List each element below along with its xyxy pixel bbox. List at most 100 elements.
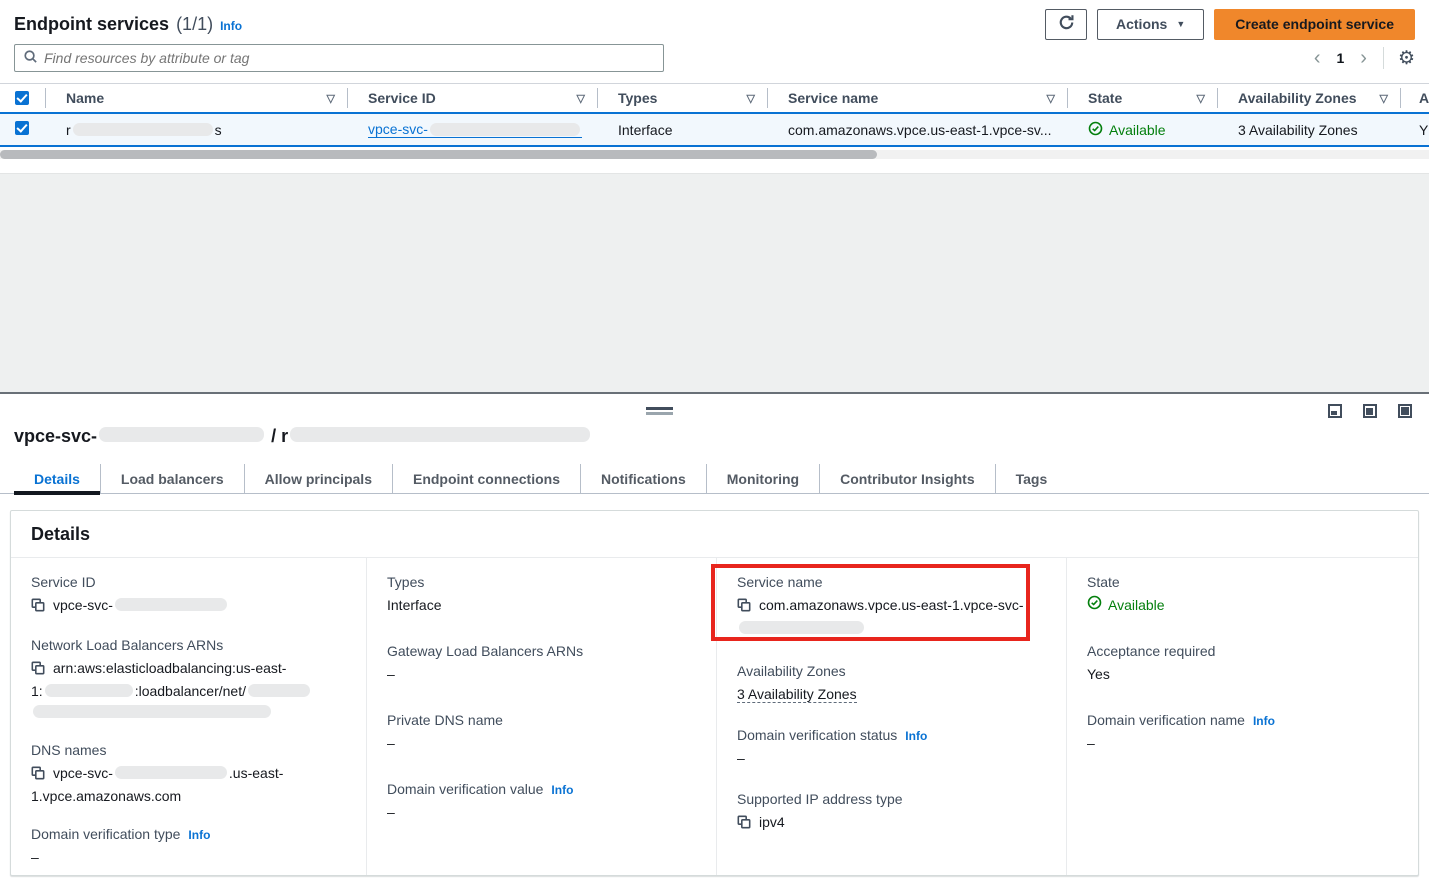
column-header-service-name[interactable]: Service name ▽	[768, 88, 1068, 108]
redacted-text	[45, 684, 133, 697]
search-input[interactable]	[44, 50, 655, 66]
redacted-text	[739, 621, 864, 634]
page-count: (1/1)	[176, 14, 213, 35]
redacted-text	[248, 684, 310, 697]
info-link[interactable]: Info	[551, 783, 573, 797]
redacted-text	[99, 427, 264, 442]
refresh-button[interactable]	[1045, 9, 1087, 40]
toolbar: Endpoint services (1/1) Info Actions ▼ C…	[14, 6, 1415, 42]
field-service-name: Service name com.amazonaws.vpce.us-east-…	[737, 574, 1046, 639]
endpoint-services-page: Endpoint services (1/1) Info Actions ▼ C…	[0, 0, 1429, 886]
redacted-text	[33, 705, 271, 718]
field-availability-zones: Availability Zones 3 Availability Zones	[737, 663, 1046, 705]
filter-icon[interactable]: ▽	[327, 92, 335, 105]
redacted-text	[115, 598, 227, 611]
status-badge: Available	[1088, 121, 1166, 139]
service-id-link[interactable]: vpce-svc-	[368, 121, 582, 138]
info-link[interactable]: Info	[1253, 714, 1275, 728]
field-acceptance-required: Acceptance required Yes	[1087, 643, 1397, 685]
column-header-availability-zones[interactable]: Availability Zones ▽	[1218, 88, 1401, 108]
page-title: Endpoint services	[14, 14, 169, 35]
column-header-name[interactable]: Name ▽	[46, 88, 348, 108]
redacted-text	[73, 123, 213, 136]
create-endpoint-service-button[interactable]: Create endpoint service	[1214, 9, 1415, 40]
copy-icon[interactable]	[31, 660, 45, 681]
filter-icon[interactable]: ▽	[1047, 92, 1055, 105]
field-domain-verification-status: Domain verification status Info –	[737, 727, 1046, 769]
tab-monitoring[interactable]: Monitoring	[706, 464, 819, 493]
panel-collapse-icon[interactable]	[1328, 404, 1342, 418]
availability-zones-link[interactable]: 3 Availability Zones	[737, 686, 857, 703]
select-all-cell	[0, 88, 46, 108]
filter-icon[interactable]: ▽	[747, 92, 755, 105]
select-all-checkbox[interactable]	[15, 91, 29, 105]
column-header-clipped[interactable]: A	[1401, 88, 1429, 108]
tab-endpoint-connections[interactable]: Endpoint connections	[392, 464, 580, 493]
tab-notifications[interactable]: Notifications	[580, 464, 706, 493]
field-supported-ip: Supported IP address type ipv4	[737, 791, 1046, 835]
field-domain-verification-value: Domain verification value Info –	[387, 781, 696, 823]
redacted-text	[290, 427, 590, 442]
actions-button[interactable]: Actions ▼	[1097, 9, 1204, 40]
table-row[interactable]: rs vpce-svc- Interface com.amazonaws.vpc…	[0, 112, 1429, 147]
row-types-cell: Interface	[598, 122, 768, 138]
header-info-link[interactable]: Info	[220, 19, 242, 33]
field-dns-names: DNS names vpce-svc-.us-east- 1.vpce.amaz…	[31, 742, 346, 807]
column-header-service-id[interactable]: Service ID ▽	[348, 88, 598, 108]
field-service-id: Service ID vpce-svc-	[31, 574, 346, 618]
page-background	[0, 173, 1429, 392]
next-page-icon[interactable]: ›	[1358, 48, 1369, 68]
tab-tags[interactable]: Tags	[995, 464, 1068, 493]
search-row: ‹ 1 › ⚙	[14, 43, 1415, 73]
panel-full-icon[interactable]	[1398, 404, 1412, 418]
tab-contributor-insights[interactable]: Contributor Insights	[819, 464, 995, 493]
column-header-state[interactable]: State ▽	[1068, 88, 1218, 108]
field-domain-verification-type: Domain verification type Info –	[31, 826, 346, 868]
tab-details[interactable]: Details	[14, 464, 100, 493]
details-card: Details Service ID vpce-svc-	[10, 510, 1419, 876]
check-circle-icon	[1088, 121, 1103, 139]
info-link[interactable]: Info	[905, 729, 927, 743]
row-clipped-cell: Y	[1401, 122, 1429, 138]
search-icon	[23, 49, 38, 67]
panel-half-icon[interactable]	[1363, 404, 1377, 418]
details-card-heading: Details	[11, 511, 1418, 558]
tab-bar: Details Load balancers Allow principals …	[0, 464, 1429, 494]
copy-icon[interactable]	[737, 814, 751, 835]
filter-icon[interactable]: ▽	[577, 92, 585, 105]
column-header-types[interactable]: Types ▽	[598, 88, 768, 108]
actions-label: Actions	[1116, 16, 1167, 32]
tab-allow-principals[interactable]: Allow principals	[244, 464, 392, 493]
detail-pane: vpce-svc- / r Details Load balancers All…	[0, 394, 1429, 886]
prev-page-icon[interactable]: ‹	[1312, 48, 1323, 68]
field-domain-verification-name: Domain verification name Info –	[1087, 712, 1397, 754]
field-private-dns-name: Private DNS name –	[387, 712, 696, 754]
tab-load-balancers[interactable]: Load balancers	[100, 464, 244, 493]
copy-icon[interactable]	[31, 597, 45, 618]
row-availability-zones-cell: 3 Availability Zones	[1218, 122, 1401, 138]
copy-icon[interactable]	[737, 597, 751, 618]
row-state-cell: Available	[1068, 121, 1218, 139]
current-page[interactable]: 1	[1336, 50, 1344, 66]
check-circle-icon	[1087, 595, 1102, 616]
row-name-cell: rs	[46, 122, 348, 138]
pane-title: vpce-svc- / r	[14, 426, 592, 447]
field-types: Types Interface	[387, 574, 696, 616]
settings-gear-icon[interactable]: ⚙	[1398, 49, 1415, 68]
info-link[interactable]: Info	[188, 828, 210, 842]
copy-icon[interactable]	[31, 765, 45, 786]
status-badge: Available	[1087, 595, 1165, 616]
scrollbar-thumb[interactable]	[0, 150, 877, 159]
pane-resize-handle[interactable]	[646, 407, 673, 417]
pagination: ‹ 1 › ⚙	[1312, 47, 1415, 69]
row-service-id-cell: vpce-svc-	[348, 121, 598, 138]
row-checkbox[interactable]	[15, 121, 29, 135]
pane-size-controls	[1328, 404, 1412, 418]
availability-zones-link[interactable]: 3 Availability Zones	[1238, 122, 1358, 138]
horizontal-scrollbar[interactable]	[0, 150, 1429, 159]
field-glb-arns: Gateway Load Balancers ARNs –	[387, 643, 696, 685]
search-box[interactable]	[14, 44, 664, 72]
pager-divider	[1383, 47, 1384, 69]
filter-icon[interactable]: ▽	[1197, 92, 1205, 105]
filter-icon[interactable]: ▽	[1380, 92, 1388, 105]
